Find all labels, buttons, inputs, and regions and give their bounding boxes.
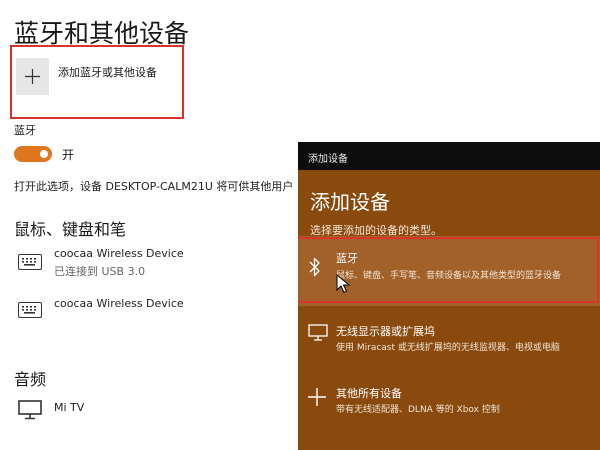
add-device-dialog: 添加设备 添加设备 选择要添加的设备的类型。 蓝牙 鼠标、键盘、手写笔、音频设备…	[298, 142, 600, 450]
option-wireless-display[interactable]: 无线显示器或扩展坞 使用 Miracast 或无线扩展坞的无线监视器、电视或电脑	[298, 312, 600, 382]
monitor-icon	[18, 400, 42, 420]
device-item[interactable]: coocaa Wireless Device 已连接到 USB 3.0	[0, 244, 298, 284]
option-title: 无线显示器或扩展坞	[336, 325, 435, 338]
device-name: coocaa Wireless Device	[54, 297, 184, 310]
bluetooth-toggle[interactable]	[14, 146, 52, 162]
audio-heading: 音频	[14, 370, 47, 389]
device-name: Mi TV	[54, 401, 85, 414]
keyboard-icon	[18, 302, 42, 318]
dialog-titlebar-text: 添加设备	[308, 154, 348, 165]
mouse-cursor-icon	[336, 274, 350, 294]
bluetooth-toggle-state: 开	[62, 148, 75, 162]
plus-icon	[25, 69, 40, 84]
option-title: 其他所有设备	[336, 387, 402, 400]
device-item[interactable]: Mi TV	[0, 396, 298, 426]
device-name: coocaa Wireless Device	[54, 247, 184, 260]
add-device-button[interactable]	[16, 58, 49, 95]
option-everything-else[interactable]: 其他所有设备 带有无线适配器、DLNA 等的 Xbox 控制	[298, 374, 600, 444]
option-description: 带有无线适配器、DLNA 等的 Xbox 控制	[336, 405, 500, 415]
add-device-label[interactable]: 添加蓝牙或其他设备	[58, 64, 157, 80]
mouse-keyboard-pen-heading: 鼠标、键盘和笔	[14, 220, 127, 239]
device-item[interactable]: coocaa Wireless Device	[0, 292, 298, 328]
dialog-heading: 添加设备	[310, 190, 390, 214]
dialog-titlebar[interactable]: 添加设备	[298, 142, 600, 170]
discoverable-text: 打开此选项，设备 DESKTOP-CALM21U 将可供其他用户	[14, 180, 294, 193]
device-status: 已连接到 USB 3.0	[54, 265, 146, 278]
option-description: 使用 Miracast 或无线扩展坞的无线监视器、电视或电脑	[336, 343, 560, 353]
monitor-icon	[308, 324, 328, 341]
toggle-knob	[40, 150, 48, 158]
plus-icon	[308, 388, 326, 406]
bluetooth-heading: 蓝牙	[14, 124, 36, 137]
keyboard-icon	[18, 254, 42, 270]
